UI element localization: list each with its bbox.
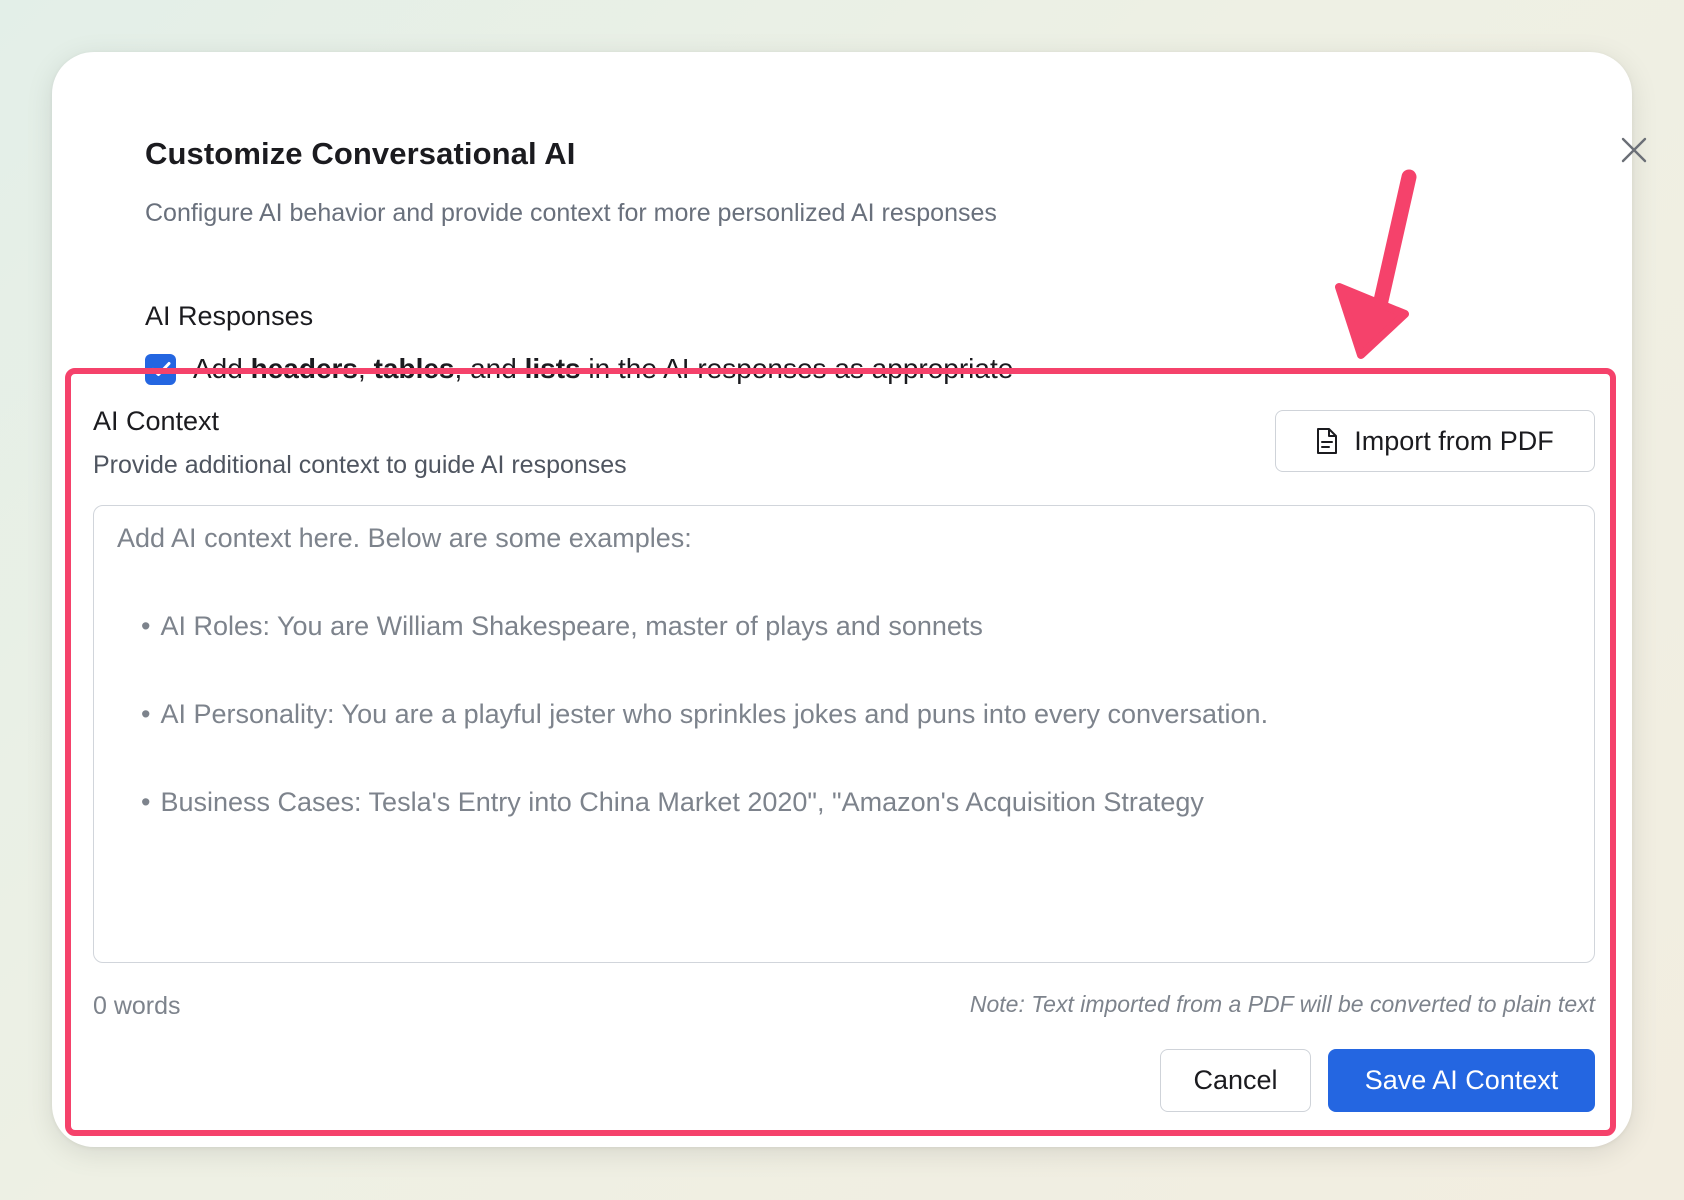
file-icon bbox=[1316, 427, 1338, 455]
close-button[interactable] bbox=[1612, 128, 1656, 172]
checkbox-label-text: , bbox=[358, 353, 374, 384]
format-checkbox[interactable] bbox=[145, 353, 176, 385]
ai-context-subtitle: Provide additional context to guide AI r… bbox=[93, 451, 627, 479]
checkbox-label-headers: headers bbox=[250, 353, 359, 384]
modal-subtitle: Configure AI behavior and provide contex… bbox=[145, 199, 997, 227]
placeholder-example-text: AI Personality: You are a playful jester… bbox=[160, 699, 1269, 729]
format-checkbox-label[interactable]: Add headers, tables, and lists in the AI… bbox=[193, 353, 1013, 385]
placeholder-example: • AI Personality: You are a playful jeste… bbox=[141, 699, 1268, 730]
bullet: • bbox=[141, 787, 151, 817]
checkbox-label-text: Add bbox=[193, 353, 251, 384]
pdf-note: Note: Text imported from a PDF will be c… bbox=[969, 991, 1595, 1017]
ai-responses-label: AI Responses bbox=[145, 301, 314, 331]
save-ai-context-button[interactable]: Save AI Context bbox=[1328, 1049, 1595, 1112]
checkmark-icon bbox=[151, 362, 170, 376]
bullet: • bbox=[141, 699, 151, 729]
ai-context-title: AI Context bbox=[93, 406, 220, 436]
import-pdf-button[interactable]: Import from PDF bbox=[1275, 410, 1595, 472]
checkbox-label-text: , and bbox=[454, 353, 525, 384]
format-checkbox-row: Add headers, tables, and lists in the AI… bbox=[145, 353, 1013, 385]
checkbox-label-lists: lists bbox=[524, 353, 581, 384]
cancel-button[interactable]: Cancel bbox=[1160, 1049, 1311, 1112]
placeholder-heading: Add AI context here. Below are some exam… bbox=[117, 523, 692, 553]
checkbox-label-tables: tables bbox=[373, 353, 455, 384]
checkbox-label-text: in the AI responses as appropriate bbox=[580, 353, 1014, 384]
placeholder-example: • AI Roles: You are William Shakespeare, … bbox=[141, 611, 983, 642]
bullet: • bbox=[141, 611, 151, 641]
word-count: 0 words bbox=[93, 992, 181, 1020]
placeholder-example: • Business Cases: Tesla's Entry into Chin… bbox=[141, 787, 1204, 818]
placeholder-example-text: Business Cases: Tesla's Entry into China… bbox=[160, 787, 1204, 817]
ai-context-textarea[interactable]: Add AI context here. Below are some exam… bbox=[93, 505, 1595, 963]
import-pdf-label: Import from PDF bbox=[1354, 425, 1554, 456]
close-icon bbox=[1621, 137, 1647, 163]
placeholder-example-text: AI Roles: You are William Shakespeare, m… bbox=[160, 611, 983, 641]
modal-title: Customize Conversational AI bbox=[145, 136, 576, 171]
